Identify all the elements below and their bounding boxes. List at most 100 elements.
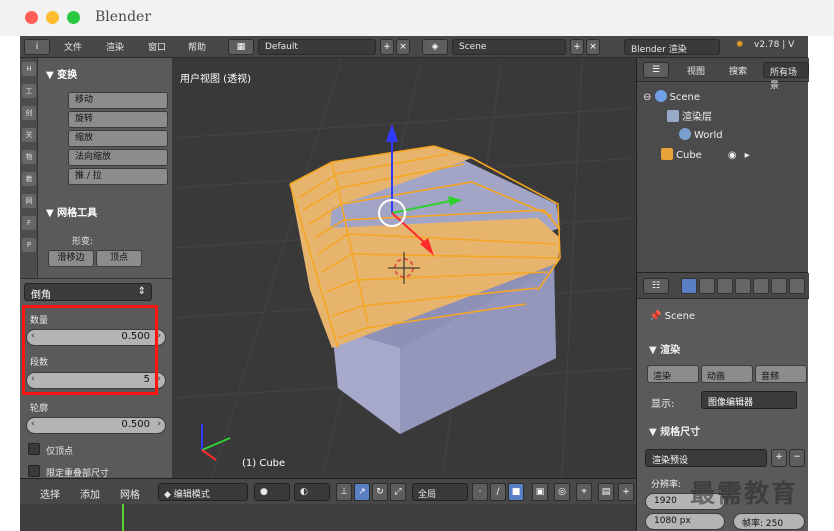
layout-add-button[interactable]: + [380, 39, 394, 55]
eye-icon[interactable]: ◉ [728, 150, 737, 161]
render-layers-tab-icon[interactable] [699, 278, 715, 294]
display-select[interactable]: 图像编辑器 [701, 391, 797, 409]
slide-edge-button[interactable]: 滑移边 [48, 250, 94, 267]
menu-window[interactable]: 窗口 [148, 40, 166, 53]
menu-help[interactable]: 帮助 [188, 40, 206, 53]
updown-arrow-icon: ⇕ [137, 286, 146, 297]
outliner-menu-view[interactable]: 视图 [687, 64, 705, 77]
shrink-fatten-button[interactable]: 法向缩放 [68, 149, 168, 166]
transform-panel-header[interactable]: ▼ 变换 [46, 66, 77, 81]
properties-editor-type-icon[interactable]: ☷ [643, 278, 669, 294]
outliner-render-layers[interactable]: 渲染层 [667, 108, 712, 123]
menu-add[interactable]: 添加 [80, 486, 100, 501]
arrow-right-icon[interactable]: › [157, 419, 161, 429]
render-animation-button[interactable]: 动画 [701, 365, 753, 383]
render-engine-select[interactable]: Blender 渲染 [624, 39, 720, 55]
outliner-scene[interactable]: ⊖ Scene [643, 90, 700, 103]
pivot-select[interactable]: ◐ [294, 483, 330, 501]
menu-mesh[interactable]: 网格 [120, 486, 140, 501]
layout-remove-button[interactable]: × [396, 39, 410, 55]
profile-field[interactable]: ‹ 0.500 › [26, 417, 166, 434]
tab-mesh[interactable]: 网 [22, 194, 36, 208]
info-icon: i [35, 42, 39, 52]
vertex-only-label: 仅顶点 [46, 447, 74, 457]
menu-select[interactable]: 选择 [40, 486, 60, 501]
tab-relations[interactable]: 关 [22, 128, 36, 142]
resolution-y-field[interactable]: 1080 px [645, 513, 725, 530]
scale-button[interactable]: 缩放 [68, 130, 168, 147]
info-editor-type-button[interactable]: i [24, 39, 50, 55]
scene-add-button[interactable]: + [570, 39, 584, 55]
expand-icon[interactable]: ⊖ [643, 92, 655, 103]
vertex-only-checkbox[interactable] [28, 443, 40, 455]
render-preview-icon[interactable]: ▤ [598, 483, 614, 501]
world-tab-icon[interactable] [735, 278, 751, 294]
scene-tab-icon[interactable] [717, 278, 733, 294]
render-preset-select[interactable]: 渲染预设 [645, 449, 767, 467]
preset-add-button[interactable]: + [771, 449, 787, 467]
preset-remove-button[interactable]: − [789, 449, 805, 467]
mode-select[interactable]: ◆ 编辑模式 [158, 483, 248, 501]
timeline[interactable] [20, 504, 636, 531]
move-button[interactable]: 移动 [68, 92, 168, 109]
outliner-filter-select[interactable]: 所有场景 [763, 62, 809, 91]
render-visibility-icon[interactable]: ▸ [745, 150, 750, 161]
tab-create[interactable]: 创 [22, 106, 36, 120]
operator-name-select[interactable]: 倒角 ⇕ [24, 283, 152, 301]
render-audio-button[interactable]: 音频 [755, 365, 807, 383]
tab-tools[interactable]: 工 [22, 84, 36, 98]
push-pull-button[interactable]: 推 / 拉 [68, 168, 168, 185]
scene-icon[interactable]: ◈ [422, 39, 448, 55]
close-window-button[interactable] [25, 11, 38, 24]
pin-icon[interactable]: 📌 [649, 311, 665, 322]
face-select-icon[interactable]: ■ [508, 483, 524, 501]
arrow-left-icon[interactable]: ‹ [31, 419, 35, 429]
scale-manipulator-icon[interactable]: ⤢ [390, 483, 406, 501]
rotate-button[interactable]: 旋转 [68, 111, 168, 128]
menu-render[interactable]: 渲染 [106, 40, 124, 53]
snap-icon[interactable]: ⌖ [576, 483, 592, 501]
dimensions-panel-header[interactable]: ▼ 规格尺寸 [649, 423, 700, 438]
rotate-manipulator-icon[interactable]: ↻ [372, 483, 388, 501]
outliner-editor-type-icon[interactable]: ☰ [643, 62, 669, 78]
object-tab-icon[interactable] [753, 278, 769, 294]
clamp-overlap-checkbox[interactable] [28, 465, 40, 477]
maximize-window-button[interactable] [67, 11, 80, 24]
render-tab-icon[interactable] [681, 278, 697, 294]
tab-history[interactable]: H [22, 62, 36, 76]
vertex-select-icon[interactable]: · [472, 483, 488, 501]
blender-logo-icon: ✺ [736, 40, 744, 50]
modifiers-tab-icon[interactable] [789, 278, 805, 294]
scene-remove-button[interactable]: × [586, 39, 600, 55]
shading-select[interactable]: ● [254, 483, 290, 501]
render-still-button[interactable]: 渲染 [647, 365, 699, 383]
tab-shading[interactable]: 着 [22, 172, 36, 186]
layout-icon[interactable]: ▦ [228, 39, 254, 55]
tab-paint[interactable]: P [22, 238, 36, 252]
current-frame-marker[interactable] [122, 504, 124, 531]
minimize-window-button[interactable] [46, 11, 59, 24]
add-view-icon[interactable]: + [618, 483, 634, 501]
z-axis-arrow-icon[interactable] [386, 124, 398, 142]
render-panel-header[interactable]: ▼ 渲染 [649, 341, 680, 356]
outliner-world[interactable]: World [679, 128, 723, 141]
outliner-cube[interactable]: Cube ◉ ▸ [661, 148, 750, 161]
mesh-tools-panel-header[interactable]: ▼ 网格工具 [46, 204, 97, 219]
tab-grease[interactable]: F [22, 216, 36, 230]
manipulator-toggle-icon[interactable]: ⊥ [336, 483, 352, 501]
outliner-menu-search[interactable]: 搜索 [729, 64, 747, 77]
orientation-select[interactable]: 全局 [412, 483, 468, 501]
menu-file[interactable]: 文件 [64, 40, 82, 53]
translate-manipulator-icon[interactable]: ↗ [354, 483, 370, 501]
3d-viewport[interactable]: 用户视图 (透视) (1) Cube [172, 58, 636, 478]
occlude-geometry-icon[interactable]: ▣ [532, 483, 548, 501]
frame-rate-field[interactable]: 帧率: 250 [733, 513, 805, 530]
scene-select[interactable]: Scene [452, 39, 566, 55]
tab-physics[interactable]: 物 [22, 150, 36, 164]
proportional-edit-icon[interactable]: ◎ [554, 483, 570, 501]
constraints-tab-icon[interactable] [771, 278, 787, 294]
viewport-scene [172, 58, 636, 478]
layout-select[interactable]: Default [258, 39, 376, 55]
edge-select-icon[interactable]: / [490, 483, 506, 501]
slide-vertex-button[interactable]: 顶点 [96, 250, 142, 267]
